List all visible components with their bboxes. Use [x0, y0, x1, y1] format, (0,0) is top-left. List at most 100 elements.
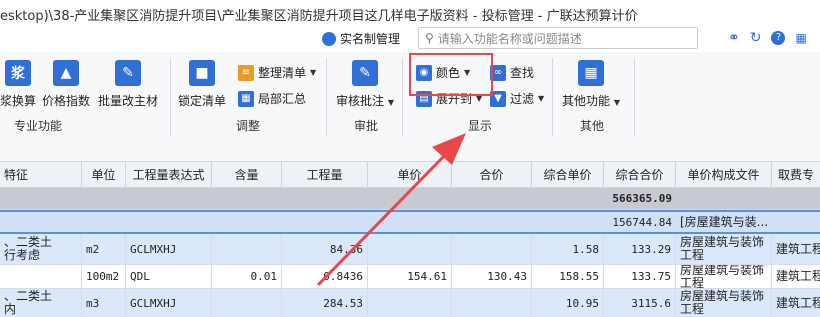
user-icon	[322, 31, 336, 46]
amount-cell	[452, 234, 532, 264]
group-separator	[170, 58, 171, 136]
table-section-row[interactable]: 156744.84 [房屋建筑与装...	[0, 210, 820, 234]
table-row[interactable]: 、二类土 内 m3 GCLMXHJ 284.53 10.95 3115.6 房屋…	[0, 289, 820, 317]
composite-total-cell: 133.75	[604, 265, 676, 288]
group-label: 其他	[580, 119, 605, 133]
group-label: 专业功能	[14, 119, 63, 133]
realname-button[interactable]: 实名制管理	[322, 30, 400, 47]
search-input[interactable]: ⚲ 请输入功能名称或问题描述	[418, 27, 698, 49]
ribbon-button-lock-list[interactable]: ■ 锁定清单	[178, 60, 226, 109]
table-header: 特征 单位 工程量表达式 含量 工程量 单价 合价 综合单价 综合合价 单价构成…	[0, 162, 820, 188]
chevron-down-icon: ▼	[538, 94, 545, 103]
ribbon-button-batch-material[interactable]: ✎ 批量改主材	[98, 60, 158, 109]
ribbon-button-review-comment[interactable]: ✎ 审核批注 ▼	[336, 60, 394, 109]
ribbon-button-organize-list[interactable]: ≡ 整理清单 ▼	[238, 64, 316, 81]
col-header-feature[interactable]: 特征	[0, 162, 82, 188]
section-file-cell: [房屋建筑与装...	[680, 214, 769, 229]
col-header-price[interactable]: 单价	[368, 162, 452, 188]
col-header-expression[interactable]: 工程量表达式	[126, 162, 212, 188]
col-header-content[interactable]: 含量	[212, 162, 282, 188]
group-separator	[402, 58, 403, 136]
chart-icon: ▲	[53, 60, 79, 86]
price-cell	[368, 289, 452, 317]
button-label: 批量改主材	[98, 94, 159, 108]
quantity-cell: 284.53	[282, 289, 368, 317]
headset-icon[interactable]: ⚭	[728, 30, 740, 46]
group-separator	[552, 58, 553, 136]
group-label: 审批	[354, 119, 379, 133]
review-icon: ✎	[352, 60, 378, 86]
apps-grid-icon: ▦	[578, 60, 604, 86]
button-label: 其他功能	[562, 94, 611, 108]
col-header-quantity[interactable]: 工程量	[282, 162, 368, 188]
group-approval: ✎ 审核批注 ▼ 审批	[328, 52, 400, 162]
col-header-fee[interactable]: 取费专	[772, 162, 820, 188]
file-cell: 房屋建筑与装饰 工程	[676, 289, 772, 317]
button-label: 过滤	[510, 92, 535, 106]
file-cell: 房屋建筑与装饰 工程	[676, 234, 772, 264]
unit-cell: 100m2	[82, 265, 126, 288]
col-header-unit-composite[interactable]: 综合单价	[532, 162, 604, 188]
title-bar: esktop)\38-产业集聚区消防提升项目\产业集聚区消防提升项目这几样电子版…	[0, 0, 820, 26]
fee-cell: 建筑工程	[776, 295, 820, 310]
group-separator	[326, 58, 327, 136]
edit-doc-icon: ✎	[115, 60, 141, 86]
top-icons: ⚭ ↻ ? ▦	[728, 30, 807, 46]
expression-cell: GCLMXHJ	[126, 234, 212, 264]
list-icon: ≡	[238, 64, 254, 81]
ribbon-button-convert[interactable]: 浆 浆换算	[0, 60, 36, 109]
table-row[interactable]: 100m2 QDL 0.01 0.8436 154.61 130.43 158.…	[0, 265, 820, 289]
group-separator	[634, 58, 635, 136]
fee-cell: 建筑工程	[776, 269, 820, 283]
unit-composite-cell: 10.95	[532, 289, 604, 317]
table-row[interactable]: 、二类土 行考虑 m2 GCLMXHJ 84.36 1.58 133.29 房屋…	[0, 234, 820, 265]
button-label: 局部汇总	[258, 92, 307, 106]
expression-cell: GCLMXHJ	[126, 289, 212, 317]
amount-cell	[452, 289, 532, 317]
feature-cell: 、二类土 行考虑	[0, 234, 82, 264]
unit-cell: m2	[82, 234, 126, 264]
refresh-icon[interactable]: ↻	[750, 30, 762, 46]
content-cell	[212, 289, 282, 317]
price-cell	[368, 234, 452, 264]
unit-cell: m3	[82, 289, 126, 317]
chevron-down-icon: ▼	[613, 98, 620, 107]
unit-composite-cell: 1.58	[532, 234, 604, 264]
group-label: 显示	[468, 119, 493, 133]
content-cell: 0.01	[212, 265, 282, 288]
composite-total-cell: 566365.09	[612, 192, 672, 205]
col-header-composite-total[interactable]: 综合合价	[604, 162, 676, 188]
table-total-row[interactable]: 566365.09	[0, 188, 820, 210]
search-placeholder: 请输入功能名称或问题描述	[437, 31, 582, 46]
button-label: 审核批注	[336, 94, 385, 108]
col-header-file[interactable]: 单价构成文件	[676, 162, 772, 188]
help-icon[interactable]: ?	[771, 31, 786, 45]
expression-cell: QDL	[126, 265, 212, 288]
unit-composite-cell: 158.55	[532, 265, 604, 288]
grid-icon: ▦	[238, 90, 254, 107]
col-header-unit[interactable]: 单位	[82, 162, 126, 188]
fee-cell: 建筑工程	[776, 241, 820, 256]
quantity-cell: 0.8436	[282, 265, 368, 288]
ribbon-button-find[interactable]: ∞ 查找	[490, 64, 534, 81]
convert-icon: 浆	[5, 60, 31, 86]
amount-cell: 130.43	[452, 265, 532, 288]
file-cell: 房屋建筑与装饰 工程	[676, 265, 772, 288]
content-cell	[212, 234, 282, 264]
col-header-amount[interactable]: 合价	[452, 162, 532, 188]
lock-icon: ■	[189, 60, 215, 86]
group-professional: 浆 浆换算 ▲ 价格指数 ✎ 批量改主材 专业功能	[0, 52, 170, 162]
ribbon-button-price-index[interactable]: ▲ 价格指数	[42, 60, 90, 109]
group-label: 调整	[236, 119, 261, 133]
ribbon-button-filter[interactable]: ▼ 过滤 ▼	[490, 90, 544, 107]
ribbon-button-other-functions[interactable]: ▦ 其他功能 ▼	[562, 60, 620, 109]
ribbon-button-partial-summary[interactable]: ▦ 局部汇总	[238, 90, 306, 107]
apps-icon[interactable]: ▦	[795, 31, 806, 45]
composite-total-cell: 133.29	[604, 234, 676, 264]
highlight-box	[409, 53, 493, 96]
search-icon: ⚲	[425, 31, 434, 45]
sub-bar: 实名制管理 ⚲ 请输入功能名称或问题描述 ⚭ ↻ ? ▦	[0, 26, 820, 52]
quantity-cell: 84.36	[282, 234, 368, 264]
section-composite-total-cell: 156744.84	[612, 215, 672, 229]
button-label: 浆换算	[0, 94, 37, 108]
